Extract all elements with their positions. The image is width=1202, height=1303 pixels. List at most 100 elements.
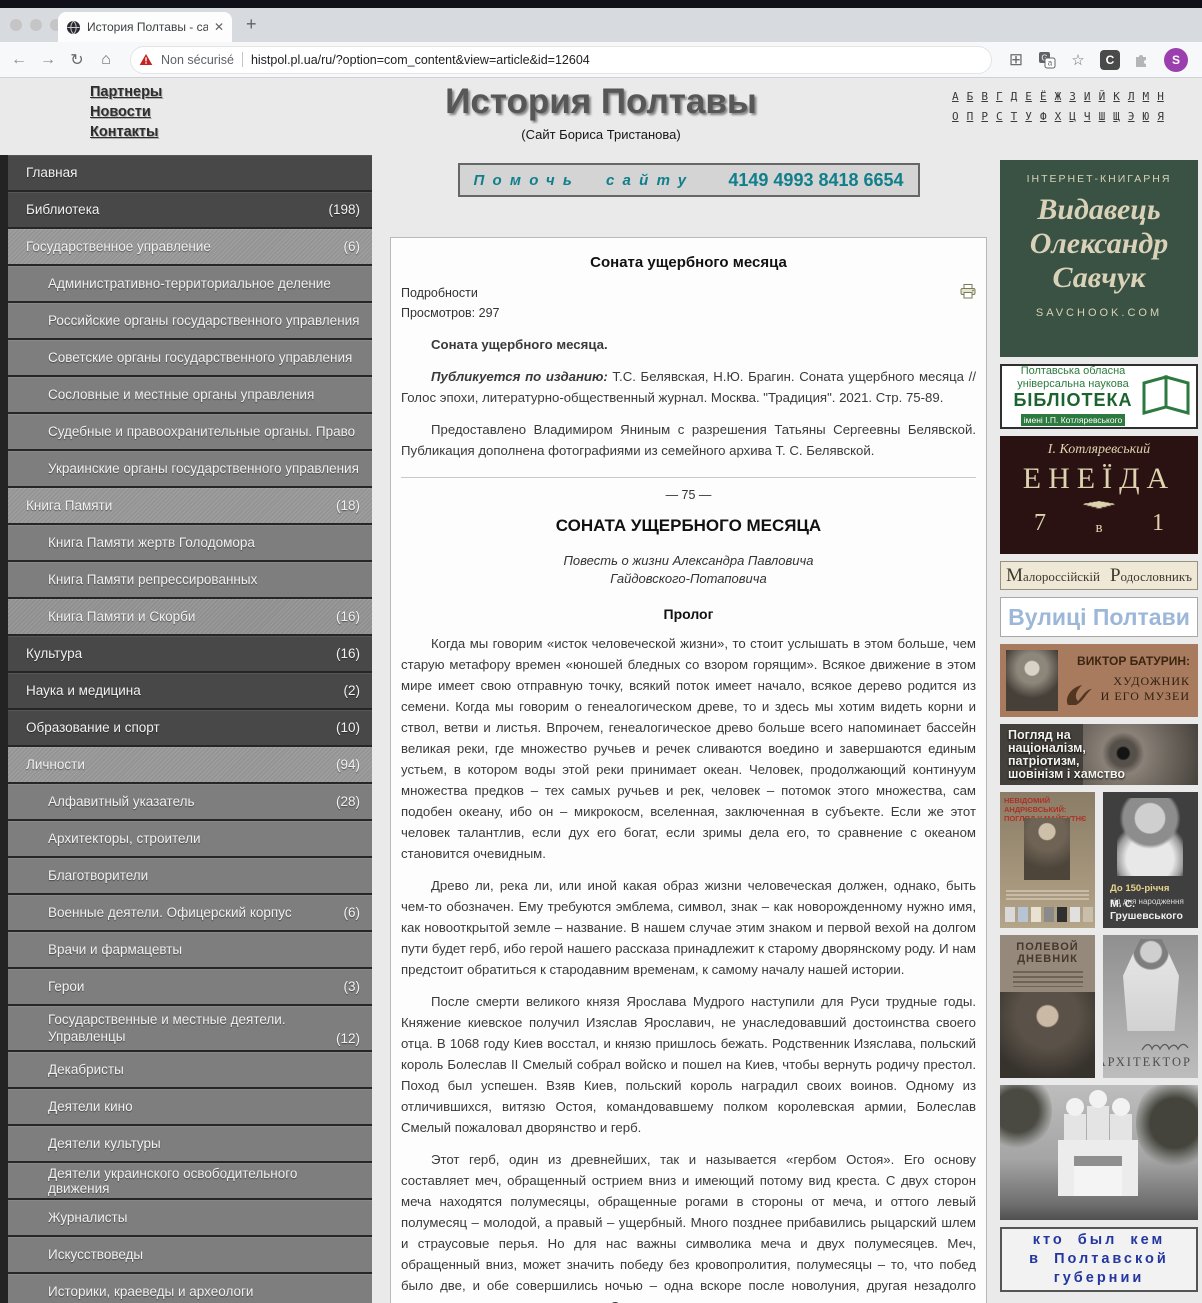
alphabet-letter[interactable]: Ф: [1040, 110, 1047, 123]
sidebar-item[interactable]: Искусствоведы: [8, 1237, 372, 1274]
alphabet-letter[interactable]: Я: [1157, 110, 1164, 123]
window-controls[interactable]: [10, 19, 62, 31]
sidebar-item[interactable]: Врачи и фармацевты: [8, 932, 372, 969]
sidebar-item[interactable]: Личности(94): [8, 747, 372, 784]
home-icon[interactable]: ⌂: [97, 51, 115, 69]
article-paragraph: Древо ли, река ли, или иной какая образ …: [401, 875, 976, 980]
alphabet-letter[interactable]: Й: [1099, 90, 1106, 103]
window-minimize-icon[interactable]: [30, 19, 42, 31]
sidebar-item[interactable]: Герои(3): [8, 969, 372, 1006]
extension-c-icon[interactable]: C: [1100, 50, 1120, 70]
alphabet-letter[interactable]: Ц: [1069, 110, 1076, 123]
banner-baturin[interactable]: ВИКТОР БАТУРИН: ХУДОЖНИК И ЕГО МУЗЕИ: [1000, 644, 1198, 717]
banner-vulytsi-poltavy[interactable]: Вулиці Полтави: [1000, 597, 1198, 637]
alphabet-letter[interactable]: Л: [1128, 90, 1135, 103]
sidebar-item[interactable]: Военные деятели. Офицерский корпус(6): [8, 895, 372, 932]
tab-grid-icon[interactable]: ⊞: [1007, 50, 1025, 70]
caption-placeholder: [1013, 971, 1083, 987]
print-button[interactable]: [960, 284, 976, 302]
alphabet-letter[interactable]: Р: [981, 110, 988, 123]
active-tab[interactable]: История Полтавы - сайт Бор ✕: [58, 12, 232, 42]
sidebar-item[interactable]: Алфавитный указатель(28): [8, 784, 372, 821]
alphabet-letter[interactable]: Э: [1128, 110, 1135, 123]
sidebar-item[interactable]: Декабристы: [8, 1052, 372, 1089]
window-close-icon[interactable]: [10, 19, 22, 31]
sidebar-item[interactable]: Благотворители: [8, 858, 372, 895]
reload-icon[interactable]: ↻: [68, 50, 86, 70]
sidebar-item[interactable]: Государственное управление(6): [8, 229, 372, 266]
extensions-puzzle-icon[interactable]: [1133, 51, 1151, 69]
sidebar-item[interactable]: Книга Памяти репрессированных: [8, 562, 372, 599]
sidebar-item[interactable]: Наука и медицина(2): [8, 673, 372, 710]
sidebar-item[interactable]: Журналисты: [8, 1200, 372, 1237]
alphabet-letter[interactable]: Е: [1025, 90, 1032, 103]
sidebar-item[interactable]: Архитекторы, строители: [8, 821, 372, 858]
sidebar-item[interactable]: Административно-территориальное деление: [8, 266, 372, 303]
tab-close-icon[interactable]: ✕: [214, 20, 224, 34]
security-warning-icon[interactable]: [139, 53, 153, 66]
sidebar-item[interactable]: Главная: [8, 155, 372, 192]
alphabet-letter[interactable]: Д: [1011, 90, 1018, 103]
sidebar-item[interactable]: Историки, краеведы и археологи: [8, 1274, 372, 1303]
sidebar-item[interactable]: Книга Памяти(18): [8, 488, 372, 525]
alphabet-letter[interactable]: М: [1143, 90, 1150, 103]
sidebar-item[interactable]: Библиотека(198): [8, 192, 372, 229]
sidebar-item[interactable]: Деятели культуры: [8, 1126, 372, 1163]
banner-arkhitektor[interactable]: АРХІТЕКТОР: [1103, 935, 1198, 1078]
alphabet-letter[interactable]: Т: [1011, 110, 1018, 123]
alphabet-letter[interactable]: К: [1113, 90, 1120, 103]
sidebar-item[interactable]: Российские органы государственного управ…: [8, 303, 372, 340]
alphabet-letter[interactable]: Ю: [1143, 110, 1150, 123]
translate-icon[interactable]: Ga: [1038, 51, 1056, 69]
alphabet-letter[interactable]: И: [1084, 90, 1091, 103]
sidebar-item[interactable]: Культура(16): [8, 636, 372, 673]
donate-banner[interactable]: Помочь сайту 4149 4993 8418 6654: [458, 163, 920, 197]
sidebar-item[interactable]: Советские органы государственного управл…: [8, 340, 372, 377]
alphabet-letter[interactable]: У: [1025, 110, 1032, 123]
alphabet-letter[interactable]: Б: [967, 90, 974, 103]
banner-savchuk-bookstore[interactable]: ІНТЕРНЕТ-КНИГАРНЯ Видавець Олександр Сав…: [1000, 160, 1198, 357]
alphabet-letter[interactable]: Г: [996, 90, 1003, 103]
sidebar-item[interactable]: Книга Памяти и Скорби(16): [8, 599, 372, 636]
sidebar-item[interactable]: Деятели украинского освободительного дви…: [8, 1163, 372, 1200]
alphabet-letter[interactable]: Ш: [1099, 110, 1106, 123]
alphabet-letter[interactable]: З: [1069, 90, 1076, 103]
banner-church-photo[interactable]: [1000, 1085, 1198, 1220]
banner-text: НЕВІДОМИЙ АНДРІЄВСЬКИЙ:: [1000, 792, 1095, 814]
sidebar-item[interactable]: Украинские органы государственного управ…: [8, 451, 372, 488]
alphabet-letter[interactable]: С: [996, 110, 1003, 123]
banner-library[interactable]: Полтавська обласна універсальна наукова …: [1000, 364, 1198, 429]
banner-polevoy-dnevnik[interactable]: ПОЛЕВОЙ ДНЕВНИК: [1000, 935, 1095, 1078]
sidebar-item[interactable]: Образование и спорт(10): [8, 710, 372, 747]
alphabet-letter[interactable]: Х: [1055, 110, 1062, 123]
sidebar-item[interactable]: Сословные и местные органы управления: [8, 377, 372, 414]
address-bar[interactable]: Non sécurisé histpol.pl.ua/ru/?option=co…: [130, 46, 992, 74]
alphabet-letter[interactable]: Ж: [1055, 90, 1062, 103]
sidebar-item-label: Культура: [26, 646, 328, 661]
alphabet-letter[interactable]: Ч: [1084, 110, 1091, 123]
alphabet-letter[interactable]: В: [981, 90, 988, 103]
alphabet-letter[interactable]: А: [952, 90, 959, 103]
sidebar-item[interactable]: Деятели кино: [8, 1089, 372, 1126]
bookmark-star-icon[interactable]: ☆: [1069, 51, 1087, 69]
new-tab-button[interactable]: +: [246, 14, 257, 35]
alphabet-letter[interactable]: Щ: [1113, 110, 1120, 123]
banner-andriievskyi[interactable]: НЕВІДОМИЙ АНДРІЄВСЬКИЙ: ПОГЛЯД У МАЙБУТН…: [1000, 792, 1095, 928]
sidebar-menu: ГлавнаяБиблиотека(198)Государственное уп…: [8, 155, 372, 1303]
profile-avatar[interactable]: S: [1164, 48, 1188, 72]
sidebar-item[interactable]: Книга Памяти жертв Голодомора: [8, 525, 372, 562]
alphabet-letter[interactable]: Ё: [1040, 90, 1047, 103]
sidebar-item[interactable]: Государственные и местные деятели. Управ…: [8, 1006, 372, 1052]
alphabet-letter[interactable]: О: [952, 110, 959, 123]
alphabet-letter[interactable]: П: [967, 110, 974, 123]
article-details-label[interactable]: Подробности: [401, 283, 976, 303]
forward-icon[interactable]: →: [39, 51, 57, 69]
alphabet-letter[interactable]: Н: [1157, 90, 1164, 103]
banner-rodoslovnik[interactable]: Малороссійскій Родословникъ: [1000, 561, 1198, 590]
back-icon[interactable]: ←: [10, 51, 28, 69]
banner-eneida[interactable]: І. Котляревський ЕНЕЇДА 7 в 1: [1000, 436, 1198, 554]
banner-hrushevskyi[interactable]: До 150-річчя від дня народження М. С. Гр…: [1103, 792, 1198, 928]
banner-kto-byl-kem[interactable]: кто был кем в Полтавской губернии: [1000, 1227, 1198, 1292]
banner-pohliad[interactable]: Погляд на націоналізм, патріотизм, шовін…: [1000, 724, 1198, 785]
sidebar-item[interactable]: Судебные и правоохранительные органы. Пр…: [8, 414, 372, 451]
